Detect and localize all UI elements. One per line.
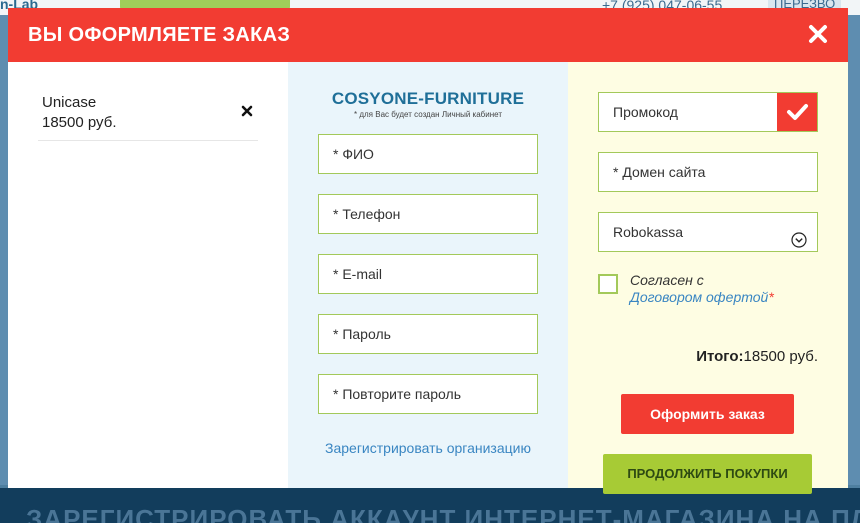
fio-field[interactable]: * ФИО [318,134,538,174]
modal-title: ВЫ ОФОРМЛЯЕТЕ ЗАКАЗ [28,24,291,46]
continue-shopping-button[interactable]: ПРОДОЛЖИТЬ ПОКУПКИ [603,454,812,494]
payment-method-value: Robokassa [613,224,684,240]
password-repeat-field[interactable]: * Повторите пароль [318,374,538,414]
order-total: Итого:18500 руб. [696,348,818,365]
total-label: Итого: [696,348,744,365]
remove-item-icon[interactable] [240,104,254,118]
registration-column: COSYONE-FURNITURE * для Вас будет создан… [288,62,568,488]
phone-field[interactable]: * Телефон [318,194,538,234]
close-icon[interactable] [806,22,830,46]
payment-method-select[interactable]: Robokassa [598,212,818,252]
offer-agreement-link-text[interactable]: Договором офертой [630,289,768,305]
order-column: Промокод * Домен сайта Robokassa Согласе… [568,62,848,494]
background-left-strip [0,15,8,485]
cart-item-name: Unicase [42,94,97,111]
promo-code-placeholder: Промокод [613,104,678,120]
email-field[interactable]: * E-mail [318,254,538,294]
account-note: * для Вас будет создан Личный кабинет [354,110,502,119]
cart-item: Unicase 18500 руб. [38,92,258,141]
offer-agreement-link[interactable]: Договором офертой* [630,289,774,305]
place-order-button[interactable]: Оформить заказ [621,394,794,434]
background-banner-text: ЗАРЕГИСТРИРОВАТЬ АККАУНТ ИНТЕРНЕТ-МАГАЗИ… [26,504,860,523]
promo-code-field[interactable]: Промокод [598,92,818,132]
site-domain-field[interactable]: * Домен сайта [598,152,818,192]
password-field[interactable]: * Пароль [318,314,538,354]
register-organization-link[interactable]: Зарегистрировать организацию [288,440,568,456]
modal-header: ВЫ ОФОРМЛЯЕТЕ ЗАКАЗ [8,8,848,62]
order-modal: ВЫ ОФОРМЛЯЕТЕ ЗАКАЗ Unicase 18500 руб. C… [8,8,848,494]
background-right-strip [848,15,860,485]
modal-body: Unicase 18500 руб. COSYONE-FURNITURE * д… [8,62,848,494]
required-star: * [768,289,774,305]
agree-checkbox[interactable] [598,274,618,294]
agree-label: Согласен с [630,272,704,288]
cart-item-price: 18500 руб. [42,114,117,131]
check-icon [787,104,808,120]
cart-column: Unicase 18500 руб. [8,62,288,488]
total-value: 18500 руб. [743,348,818,365]
shop-name: COSYONE-FURNITURE [331,89,525,108]
apply-promo-button[interactable] [777,93,817,131]
chevron-down-icon [791,224,807,248]
